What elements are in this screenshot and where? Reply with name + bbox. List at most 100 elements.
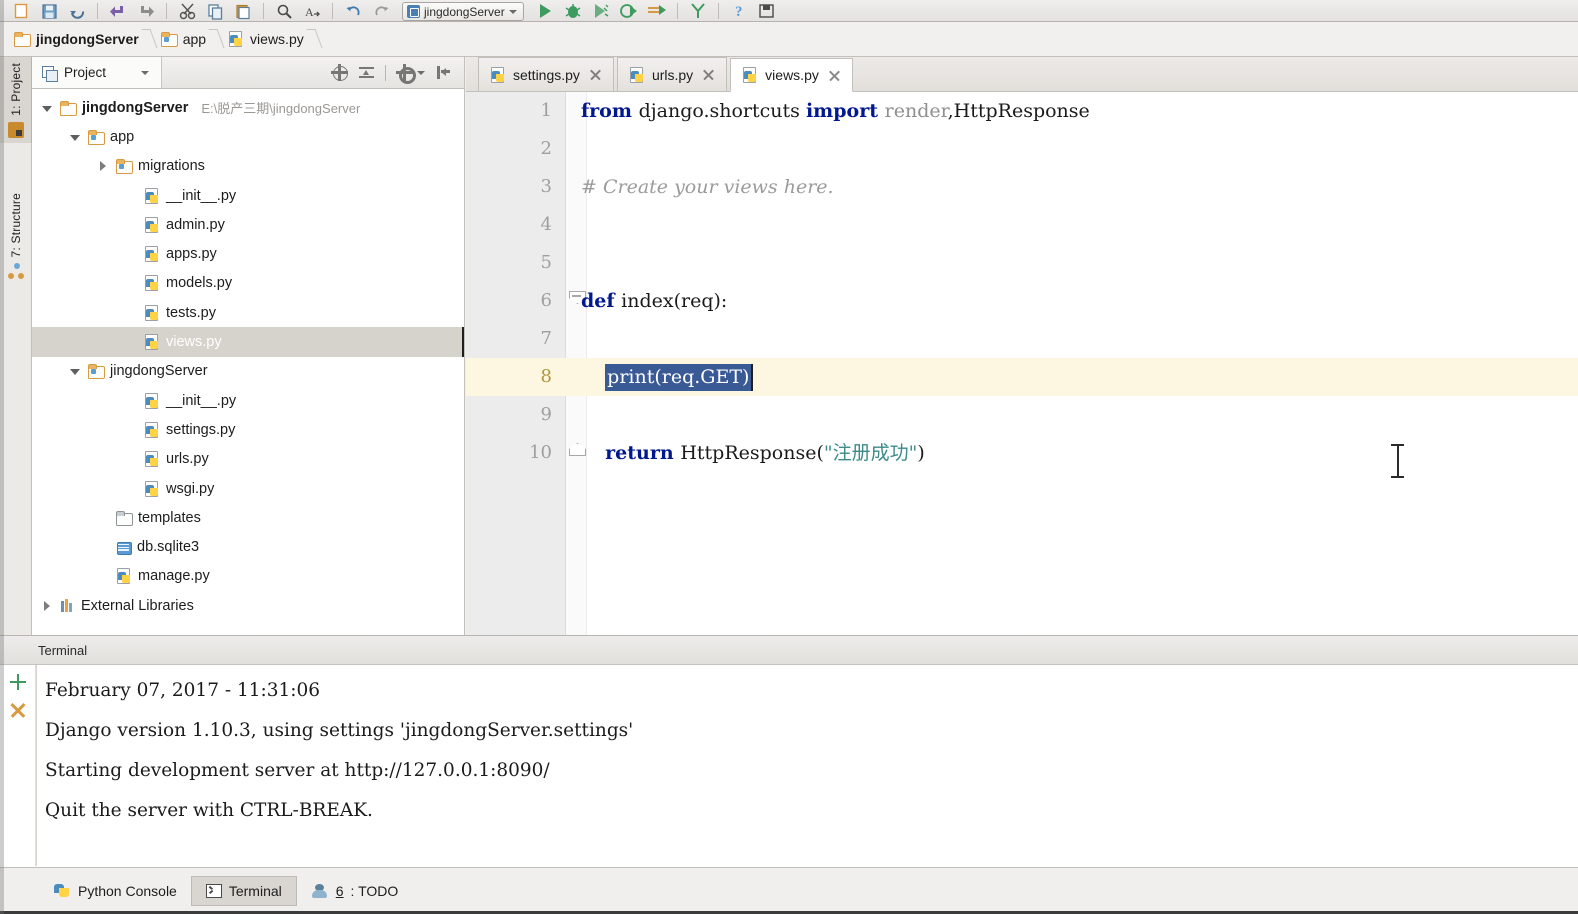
run-configuration-selector[interactable]: jingdongServer <box>402 2 524 21</box>
code-editor[interactable]: 1 from django.shortcuts import render,Htt… <box>466 92 1578 635</box>
python-file-icon <box>629 66 645 83</box>
tree-item-tests-py[interactable]: tests.py <box>32 298 464 327</box>
breadcrumb-item-file[interactable]: views.py <box>224 26 308 52</box>
close-icon[interactable] <box>589 68 602 81</box>
profile-icon[interactable] <box>616 1 642 21</box>
breadcrumb-item-project[interactable]: jingdongServer <box>10 26 143 52</box>
code-line[interactable]: 5 <box>466 244 1578 282</box>
settings-icon[interactable] <box>754 1 780 21</box>
tree-item-apps-py[interactable]: apps.py <box>32 239 464 268</box>
code-line[interactable]: 3 # Create your views here. <box>466 168 1578 206</box>
editor-tab-views-py[interactable]: views.py <box>730 58 853 92</box>
cut-icon[interactable] <box>174 1 200 21</box>
status-tab-python-console[interactable]: Python Console <box>40 876 191 906</box>
chevron-down-icon[interactable] <box>68 364 82 378</box>
undo-icon[interactable] <box>340 1 366 21</box>
tree-item-wsgi-py[interactable]: wsgi.py <box>32 474 464 503</box>
project-view-selector[interactable]: Project <box>32 57 163 88</box>
tree-item-models-py[interactable]: models.py <box>32 269 464 298</box>
chevron-down-icon <box>417 70 425 75</box>
editor-tab-settings-py[interactable]: settings.py <box>478 57 614 91</box>
python-file-icon <box>144 421 160 438</box>
editor-tab-label: urls.py <box>651 66 694 83</box>
help-icon[interactable]: ? <box>726 1 752 21</box>
status-tab-terminal[interactable]: Terminal <box>190 876 297 906</box>
replace-icon[interactable]: A <box>299 1 325 21</box>
tree-item--init-py[interactable]: __init__.py <box>32 181 464 210</box>
hide-icon[interactable] <box>435 64 452 81</box>
build-icon[interactable] <box>685 1 711 21</box>
run-config-name: jingdongServer <box>424 4 505 19</box>
sidebar-item-project[interactable]: 1: Project <box>0 57 32 143</box>
find-icon[interactable] <box>271 1 297 21</box>
locate-icon[interactable] <box>331 64 348 81</box>
tree-item-external-libraries[interactable]: External Libraries <box>32 591 464 620</box>
attach-icon[interactable] <box>644 1 670 21</box>
back-arrow-icon[interactable] <box>105 1 131 21</box>
chevron-right-icon[interactable] <box>96 159 110 173</box>
python-file-icon <box>116 568 132 585</box>
forward-arrow-icon[interactable] <box>133 1 159 21</box>
status-tab-todo[interactable]: 6 : TODO <box>297 876 413 906</box>
collapse-all-icon[interactable] <box>358 64 375 81</box>
code-line[interactable]: 1 from django.shortcuts import render,Htt… <box>466 92 1578 130</box>
project-panel: Project jingdongServer E:\脱产三期\jingdongSe… <box>32 57 465 635</box>
close-icon[interactable] <box>702 68 715 81</box>
sidebar-item-label: 1: Project <box>8 63 23 116</box>
code-line[interactable]: 10 return HttpResponse("注册成功") <box>466 434 1578 472</box>
tree-item-jingdongserver[interactable]: jingdongServer <box>32 357 464 386</box>
tree-item-label: settings.py <box>166 421 236 438</box>
breadcrumb-item-app[interactable]: app <box>157 26 210 52</box>
tree-item-settings-py[interactable]: settings.py <box>32 415 464 444</box>
run-icon[interactable] <box>532 1 558 21</box>
sidebar-item-structure[interactable]: 7: Structure <box>0 187 32 284</box>
tree-item-jingdongserver[interactable]: jingdongServer E:\脱产三期\jingdongServer <box>32 93 464 122</box>
chevron-down-icon[interactable] <box>40 101 54 115</box>
tree-item-manage-py[interactable]: manage.py <box>32 562 464 591</box>
save-icon[interactable] <box>36 1 62 21</box>
tree-item-db-sqlite3[interactable]: db.sqlite3 <box>32 532 464 561</box>
sync-icon[interactable] <box>64 1 90 21</box>
new-session-icon[interactable] <box>9 673 27 691</box>
gear-icon[interactable] <box>396 64 416 84</box>
module-folder-icon <box>88 364 105 380</box>
python-file-icon <box>742 67 758 83</box>
project-tree[interactable]: jingdongServer E:\脱产三期\jingdongServer app m… <box>32 89 464 634</box>
editor-tab-urls-py[interactable]: urls.py <box>616 57 728 91</box>
close-session-icon[interactable] <box>9 701 27 719</box>
breadcrumb-label: views.py <box>250 31 304 47</box>
terminal-line: Django version 1.10.3, using settings 'j… <box>45 720 634 741</box>
database-icon <box>116 540 132 555</box>
copy-icon[interactable] <box>202 1 228 21</box>
tree-item-label: tests.py <box>166 304 216 321</box>
paste-icon[interactable] <box>230 1 256 21</box>
terminal-output[interactable]: February 07, 2017 - 11:31:06 Django versi… <box>36 665 1578 866</box>
tree-item-label: db.sqlite3 <box>137 539 200 556</box>
chevron-down-icon[interactable] <box>68 130 82 144</box>
debug-icon[interactable] <box>560 1 586 21</box>
code-line[interactable]: 2 <box>466 130 1578 168</box>
redo-icon[interactable] <box>368 1 394 21</box>
coverage-icon[interactable] <box>588 1 614 21</box>
code-line[interactable]: 7 <box>466 320 1578 358</box>
code-line[interactable]: 6 def index(req): <box>466 282 1578 320</box>
tree-item-app[interactable]: app <box>32 122 464 151</box>
tree-item-views-py[interactable]: views.py <box>32 327 464 357</box>
line-number: 2 <box>540 138 552 159</box>
tree-item-migrations[interactable]: migrations <box>32 152 464 181</box>
code-line[interactable]: 4 <box>466 206 1578 244</box>
tree-item--init-py[interactable]: __init__.py <box>32 386 464 415</box>
line-number: 3 <box>540 176 552 197</box>
code-line[interactable]: 8 print(req.GET) <box>466 358 1578 396</box>
close-icon[interactable] <box>828 69 841 82</box>
new-icon[interactable] <box>8 1 34 21</box>
code-line[interactable]: 9 <box>466 396 1578 434</box>
tree-item-templates[interactable]: templates <box>32 503 464 532</box>
chevron-down-icon <box>508 9 517 14</box>
tree-item-urls-py[interactable]: urls.py <box>32 445 464 474</box>
chevron-right-icon[interactable] <box>40 599 54 613</box>
tree-item-admin-py[interactable]: admin.py <box>32 210 464 239</box>
terminal-line: Starting development server at http://12… <box>45 760 550 781</box>
